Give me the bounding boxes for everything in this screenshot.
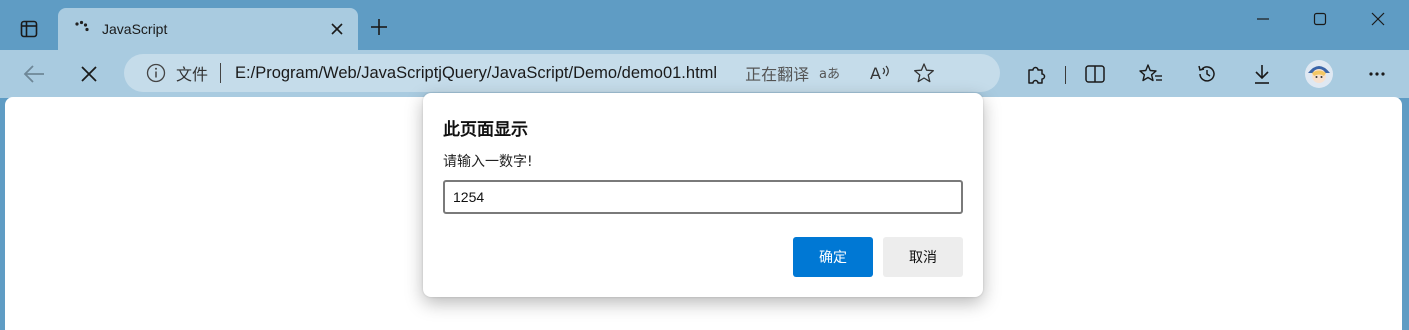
translating-label: 正在翻译 bbox=[745, 67, 810, 84]
profile-button[interactable] bbox=[1303, 58, 1335, 90]
scheme-label: 文件 bbox=[176, 67, 209, 84]
new-tab-button[interactable] bbox=[366, 14, 392, 40]
avatar bbox=[1304, 59, 1334, 89]
maximize-button[interactable] bbox=[1292, 0, 1348, 38]
address-separator bbox=[220, 63, 222, 83]
translate-icon[interactable]: aあ bbox=[815, 58, 845, 88]
close-window-button[interactable] bbox=[1350, 0, 1406, 38]
tab-actions-button[interactable] bbox=[12, 12, 46, 46]
plus-icon bbox=[370, 18, 388, 36]
svg-text:aあ: aあ bbox=[819, 67, 840, 82]
read-aloud-icon[interactable]: A bbox=[865, 58, 895, 88]
ok-button[interactable]: 确定 bbox=[793, 237, 873, 277]
title-bar: JavaScript bbox=[0, 0, 1409, 50]
close-icon bbox=[1371, 12, 1385, 26]
split-screen-button[interactable] bbox=[1079, 58, 1111, 90]
navigation-toolbar: 文件 E:/Program/Web/JavaScriptjQuery/JavaS… bbox=[0, 50, 1409, 98]
more-icon bbox=[1368, 71, 1386, 77]
history-icon bbox=[1196, 63, 1218, 85]
tab-javascript[interactable]: JavaScript bbox=[58, 8, 358, 50]
url-text[interactable]: E:/Program/Web/JavaScriptjQuery/JavaScri… bbox=[235, 64, 717, 83]
downloads-button[interactable] bbox=[1246, 58, 1278, 90]
puzzle-icon bbox=[1025, 63, 1047, 85]
star-icon[interactable] bbox=[909, 58, 939, 88]
dialog-message: 请输入一数字! bbox=[443, 154, 533, 170]
tab-title: JavaScript bbox=[102, 21, 168, 37]
address-bar[interactable]: 文件 E:/Program/Web/JavaScriptjQuery/JavaS… bbox=[124, 54, 1000, 92]
split-screen-icon bbox=[1084, 64, 1106, 84]
tab-actions-icon bbox=[20, 20, 38, 38]
loading-spinner-icon bbox=[74, 20, 92, 38]
tab-close-button[interactable] bbox=[324, 16, 350, 42]
close-icon bbox=[81, 66, 97, 82]
minimize-icon bbox=[1256, 12, 1270, 26]
toolbar-divider bbox=[1065, 66, 1066, 84]
history-button[interactable] bbox=[1191, 58, 1223, 90]
prompt-input[interactable] bbox=[443, 180, 963, 214]
svg-text:A: A bbox=[870, 64, 881, 83]
favorites-button[interactable] bbox=[1135, 58, 1167, 90]
more-menu-button[interactable] bbox=[1361, 58, 1393, 90]
favorites-icon bbox=[1139, 63, 1163, 85]
arrow-left-icon bbox=[23, 65, 45, 83]
close-icon bbox=[331, 23, 343, 35]
stop-loading-button[interactable] bbox=[73, 58, 105, 90]
info-icon[interactable] bbox=[146, 63, 166, 83]
prompt-dialog: 此页面显示 请输入一数字! 确定 取消 bbox=[423, 93, 983, 297]
download-icon bbox=[1252, 63, 1272, 85]
dialog-title: 此页面显示 bbox=[443, 120, 528, 140]
extensions-button[interactable] bbox=[1020, 58, 1052, 90]
maximize-icon bbox=[1313, 12, 1327, 26]
back-button[interactable] bbox=[18, 58, 50, 90]
cancel-button[interactable]: 取消 bbox=[883, 237, 963, 277]
minimize-button[interactable] bbox=[1235, 0, 1291, 38]
